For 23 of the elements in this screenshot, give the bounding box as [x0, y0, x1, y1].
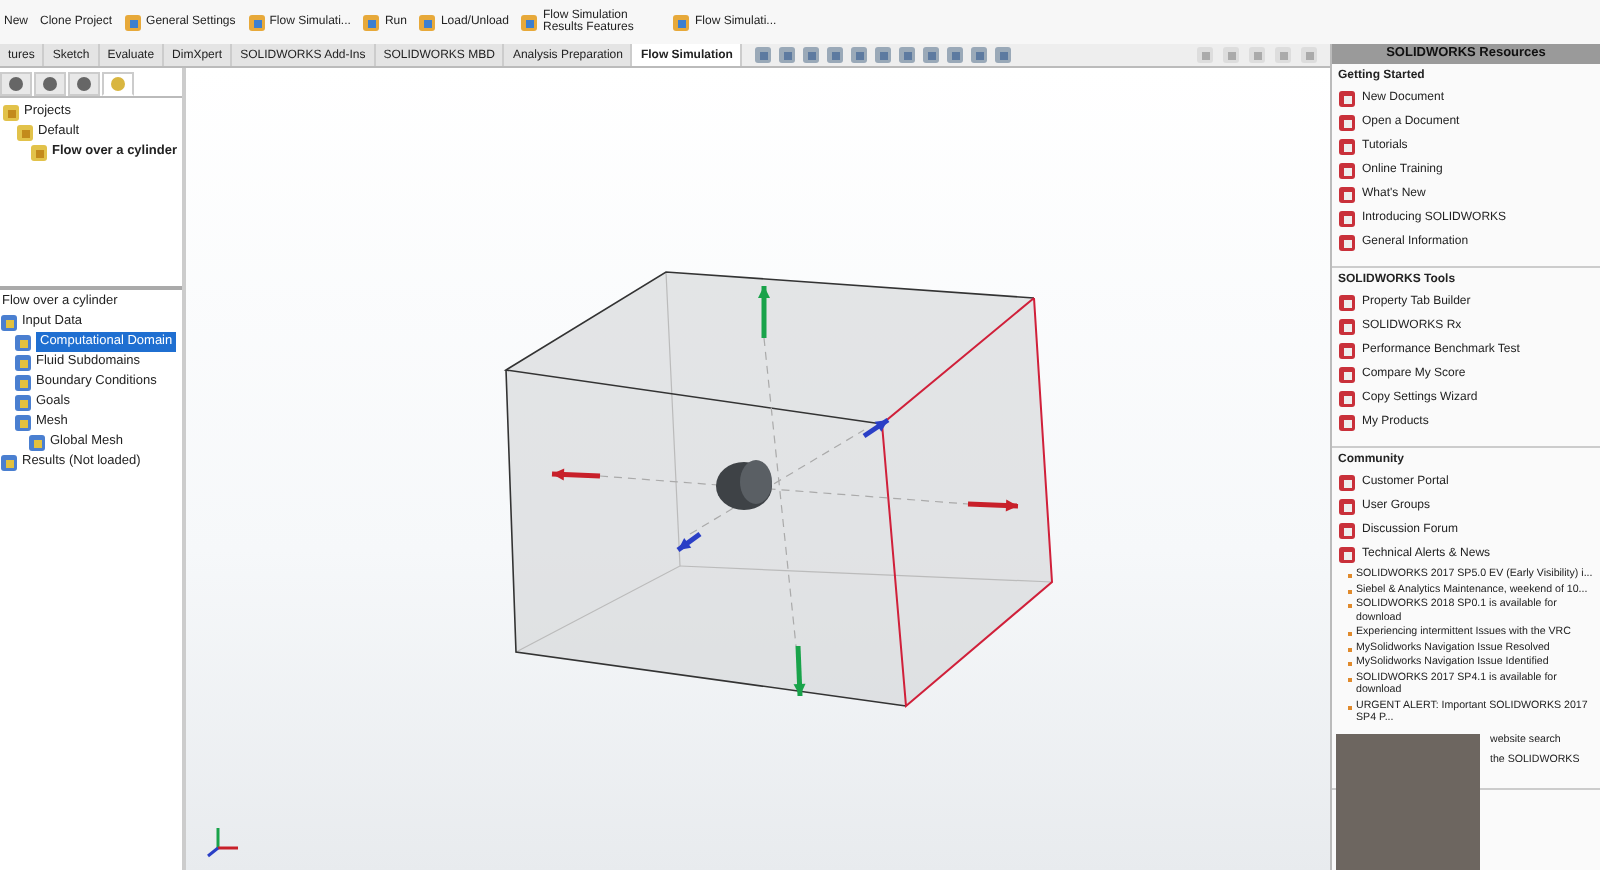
handle-arrow[interactable]: [862, 417, 890, 439]
command-icon: [672, 13, 691, 31]
panel-tab[interactable]: [68, 72, 100, 96]
command-icon: [124, 13, 143, 31]
panel-tab[interactable]: [34, 72, 66, 96]
computational-domain-box[interactable]: [503, 271, 1054, 708]
panel-tab-icon: [110, 76, 126, 92]
webcam-video-placeholder: [1336, 734, 1480, 870]
command-icon: [418, 13, 437, 31]
command-icon: [362, 13, 381, 31]
panel-tab-icon: [76, 76, 92, 92]
panel-tab-icon: [42, 76, 58, 92]
panel-tab-icon: [8, 76, 24, 92]
handle-arrow[interactable]: [967, 499, 1019, 512]
handle-arrow[interactable]: [676, 531, 702, 553]
cylinder[interactable]: [716, 460, 772, 510]
handle-arrow[interactable]: [793, 645, 806, 697]
handle-arrow[interactable]: [551, 468, 601, 481]
axis-triad-drawing: [207, 828, 238, 858]
panel-tab[interactable]: [0, 72, 32, 96]
handle-arrow[interactable]: [758, 286, 770, 338]
command-icon: [247, 13, 266, 31]
command-icon: [520, 13, 539, 31]
